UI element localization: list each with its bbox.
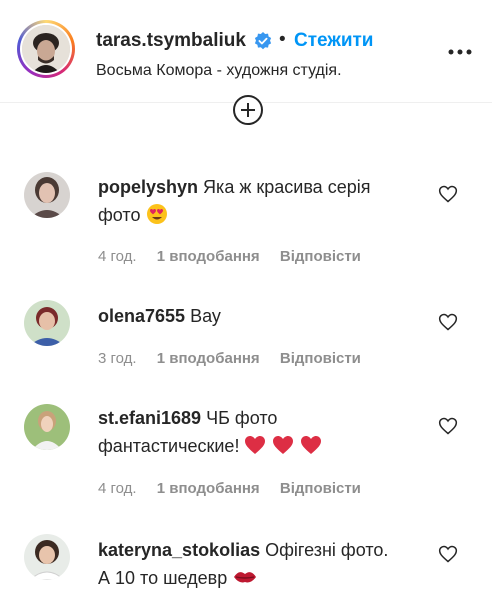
comment-username[interactable]: popelyshyn <box>98 177 198 197</box>
three-red-hearts-icon <box>245 436 322 454</box>
comment-line: ЧБ фото <box>206 408 278 428</box>
reply-button[interactable]: Відповісти <box>280 350 361 367</box>
comment-text: olena7655 Вау <box>98 302 428 330</box>
reply-button[interactable]: Відповісти <box>280 480 361 497</box>
comment-line: Офігезні фото. <box>265 540 389 560</box>
comment-username[interactable]: olena7655 <box>98 306 185 326</box>
comment-line: Вау <box>190 306 221 326</box>
commenter-photo-icon <box>24 300 70 346</box>
comment-line: фото <box>98 205 141 225</box>
comment-meta: 4 год. 1 вподобання Відповісти <box>98 480 377 497</box>
comment-time[interactable]: 4 год. <box>98 248 137 265</box>
commenter-photo-icon <box>24 534 70 580</box>
lips-emoji-icon <box>234 572 257 583</box>
profile-avatar[interactable] <box>22 25 70 73</box>
comment-likes[interactable]: 1 вподобання <box>157 480 260 497</box>
comment-username[interactable]: st.efani1689 <box>98 408 201 428</box>
like-heart-icon[interactable] <box>438 416 458 436</box>
commenter-avatar[interactable] <box>24 404 70 450</box>
like-heart-icon[interactable] <box>438 184 458 204</box>
comment-likes[interactable]: 1 вподобання <box>157 248 260 265</box>
comment-text: st.efani1689 ЧБ фото фантастические! <box>98 404 428 460</box>
reply-button[interactable]: Відповісти <box>280 248 361 265</box>
commenter-photo-icon <box>24 172 70 218</box>
separator-dot: • <box>279 29 286 50</box>
comment-username[interactable]: kateryna_stokolias <box>98 540 260 560</box>
comment-likes[interactable]: 1 вподобання <box>157 350 260 367</box>
comment-text: popelyshyn Яка ж красива серія фото <box>98 173 428 229</box>
comment-meta: 4 год. 1 вподобання Відповісти <box>98 248 377 265</box>
commenter-photo-icon <box>24 404 70 450</box>
commenter-avatar[interactable] <box>24 534 70 580</box>
like-heart-icon[interactable] <box>438 544 458 564</box>
comment-time[interactable]: 3 год. <box>98 350 137 367</box>
comment-line: фантастические! <box>98 436 240 456</box>
heart-eyes-emoji-icon <box>146 204 167 224</box>
like-heart-icon[interactable] <box>438 312 458 332</box>
comment-line: А 10 то шедевр <box>98 568 228 588</box>
comment-text: kateryna_stokolias Офігезні фото. А 10 т… <box>98 536 428 592</box>
commenter-avatar[interactable] <box>24 172 70 218</box>
verified-badge-icon <box>254 32 272 50</box>
post-header: taras.tsymbaliuk • Стежити Восьма Комора… <box>0 0 492 103</box>
comment-line: Яка ж красива серія <box>203 177 371 197</box>
commenter-avatar[interactable] <box>24 300 70 346</box>
load-more-comments-icon[interactable] <box>232 94 264 126</box>
more-options-icon[interactable] <box>448 48 472 56</box>
comment-time[interactable]: 4 год. <box>98 480 137 497</box>
follow-button[interactable]: Стежити <box>294 30 373 52</box>
comment-meta: 3 год. 1 вподобання Відповісти <box>98 350 377 367</box>
profile-bio: Восьма Комора - художня студія. <box>96 62 342 79</box>
story-ring[interactable] <box>17 20 75 78</box>
profile-photo-icon <box>22 25 70 73</box>
username-link[interactable]: taras.tsymbaliuk <box>96 30 246 52</box>
